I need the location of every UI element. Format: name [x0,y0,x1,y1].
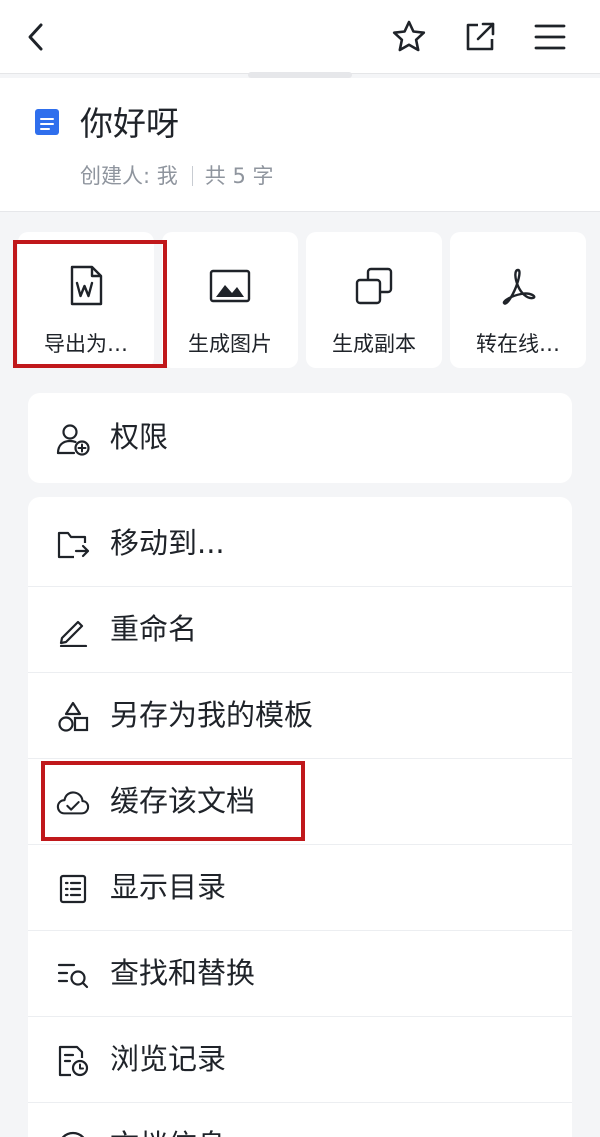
back-button[interactable] [14,14,60,60]
generate-image-button[interactable]: 生成图片 [162,232,298,368]
menu-item-permission[interactable]: 权限 [28,395,572,481]
list-icon [59,874,87,904]
menu-item-save-as-template[interactable]: 另存为我的模板 [28,673,572,759]
convert-online-label: 转在线… [476,332,560,356]
convert-online-button[interactable]: 转在线… [450,232,586,368]
menu-label-rename: 重命名 [110,612,198,646]
menu-label-browse-history: 浏览记录 [110,1042,227,1076]
document-meta: 创建人: 我 共 5 字 [80,162,273,190]
menu-icon [534,24,566,50]
document-header: 你好呀 创建人: 我 共 5 字 [0,78,600,212]
make-copy-button[interactable]: 生成副本 [306,232,442,368]
copy-icon [355,267,393,305]
meta-divider [191,166,193,186]
share-external-icon [466,22,495,51]
menu-item-document-info[interactable]: 文档信息 [28,1103,572,1137]
menu-label-save-as-template: 另存为我的模板 [110,698,314,732]
menu-label-find-replace: 查找和替换 [110,956,256,990]
menu-label-document-info: 文档信息 [110,1125,226,1137]
folder-move-icon [57,531,90,559]
highlight-box-export [13,240,167,368]
star-icon [392,20,426,52]
menu-item-move-to[interactable]: 移动到... [28,501,572,587]
image-icon [209,269,251,303]
menu-label-show-toc: 显示目录 [110,870,227,904]
menu-item-rename[interactable]: 重命名 [28,587,572,673]
creator-label: 创建人: 我 [80,164,178,188]
more-menu-button[interactable] [527,14,573,60]
doc-icon [35,109,59,135]
generate-image-label: 生成图片 [188,332,272,356]
document-title: 你好呀 [80,104,179,143]
shapes-template-icon [58,701,89,732]
user-permission-icon [56,424,90,456]
favorite-button[interactable] [386,14,432,60]
menu-item-browse-history[interactable]: 浏览记录 [28,1017,572,1103]
top-navigation-bar [0,0,600,74]
permission-group: 权限 [28,393,572,483]
chevron-left-icon [28,23,43,51]
pencil-icon [59,620,88,647]
menu-item-find-replace[interactable]: 查找和替换 [28,931,572,1017]
history-icon [58,1045,89,1077]
highlight-box-cache [41,761,305,841]
word-count: 共 5 字 [204,164,274,188]
search-replace-icon [57,963,89,989]
menu-label-permission: 权限 [110,420,169,454]
pdf-icon [502,268,536,305]
make-copy-label: 生成副本 [332,332,416,356]
share-button[interactable] [457,14,503,60]
menu-item-show-toc[interactable]: 显示目录 [28,845,572,931]
info-icon [61,1131,85,1137]
menu-label-move-to: 移动到... [110,526,225,560]
